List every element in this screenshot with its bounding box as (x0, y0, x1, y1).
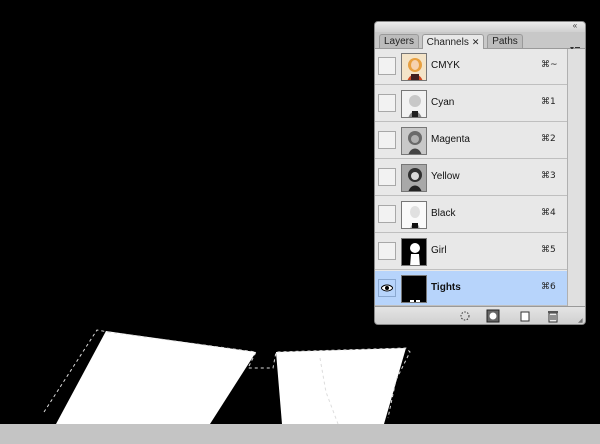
visibility-toggle[interactable] (378, 242, 396, 260)
channel-thumbnail (401, 53, 427, 81)
channel-shortcut: ⌘3 (541, 171, 556, 181)
channel-row-magenta[interactable]: Magenta ⌘2 (375, 123, 567, 159)
channel-thumbnail (401, 275, 427, 303)
panel-toolbar: ◢ (375, 306, 585, 324)
close-tab-icon[interactable]: ✕ (472, 37, 480, 47)
tab-layers-label: Layers (383, 36, 414, 47)
resize-grip-icon[interactable]: ◢ (578, 318, 584, 324)
eye-icon (381, 284, 393, 292)
tab-paths-label: Paths (492, 36, 518, 47)
visibility-toggle[interactable] (378, 94, 396, 112)
channel-shortcut: ⌘~ (541, 60, 558, 70)
channel-thumbnail (401, 90, 427, 118)
channel-row-cmyk[interactable]: CMYK ⌘~ (375, 49, 567, 85)
collapse-icon[interactable]: « (571, 22, 579, 30)
status-bar (0, 424, 600, 444)
channel-name: Tights (431, 282, 461, 293)
channel-thumbnail (401, 238, 427, 266)
tab-channels[interactable]: Channels ✕ (422, 34, 484, 49)
channel-name: Girl (431, 245, 447, 256)
visibility-toggle[interactable] (378, 279, 396, 297)
tab-layers[interactable]: Layers (379, 34, 419, 48)
channel-thumbnail (401, 127, 427, 155)
channel-name: Black (431, 208, 456, 219)
panel-tabbar: Layers Channels ✕ Paths (375, 32, 585, 52)
visibility-toggle[interactable] (378, 205, 396, 223)
channel-name: Magenta (431, 134, 470, 145)
visibility-toggle[interactable] (378, 168, 396, 186)
channel-shortcut: ⌘1 (541, 97, 556, 107)
save-selection-as-channel-icon[interactable] (485, 309, 501, 323)
channels-list: CMYK ⌘~ Cyan ⌘1 Magenta ⌘2 Yellow ⌘3 Bla… (375, 49, 567, 306)
channel-shortcut: ⌘2 (541, 134, 556, 144)
channels-panel: « Layers Channels ✕ Paths CMYK ⌘~ Cyan ⌘… (374, 21, 586, 325)
channel-row-tights[interactable]: Tights ⌘6 (375, 271, 567, 306)
channel-thumbnail (401, 201, 427, 229)
visibility-toggle[interactable] (378, 57, 396, 75)
channel-shortcut: ⌘6 (541, 282, 556, 292)
channel-row-cyan[interactable]: Cyan ⌘1 (375, 86, 567, 122)
load-channel-as-selection-icon[interactable] (457, 309, 473, 323)
channels-scrollbar[interactable] (567, 49, 580, 306)
visibility-toggle[interactable] (378, 131, 396, 149)
tab-paths[interactable]: Paths (487, 34, 523, 48)
delete-channel-icon[interactable] (545, 309, 561, 323)
channel-name: Yellow (431, 171, 460, 182)
new-channel-icon[interactable] (517, 309, 533, 323)
channel-thumbnail (401, 164, 427, 192)
channel-row-yellow[interactable]: Yellow ⌘3 (375, 160, 567, 196)
channel-name: Cyan (431, 97, 455, 108)
channel-row-girl[interactable]: Girl ⌘5 (375, 234, 567, 270)
panel-titlebar[interactable]: « (375, 22, 585, 32)
channel-name: CMYK (431, 60, 460, 71)
tab-channels-label: Channels (426, 37, 469, 48)
channel-shortcut: ⌘5 (541, 245, 556, 255)
channel-row-black[interactable]: Black ⌘4 (375, 197, 567, 233)
channel-shortcut: ⌘4 (541, 208, 556, 218)
